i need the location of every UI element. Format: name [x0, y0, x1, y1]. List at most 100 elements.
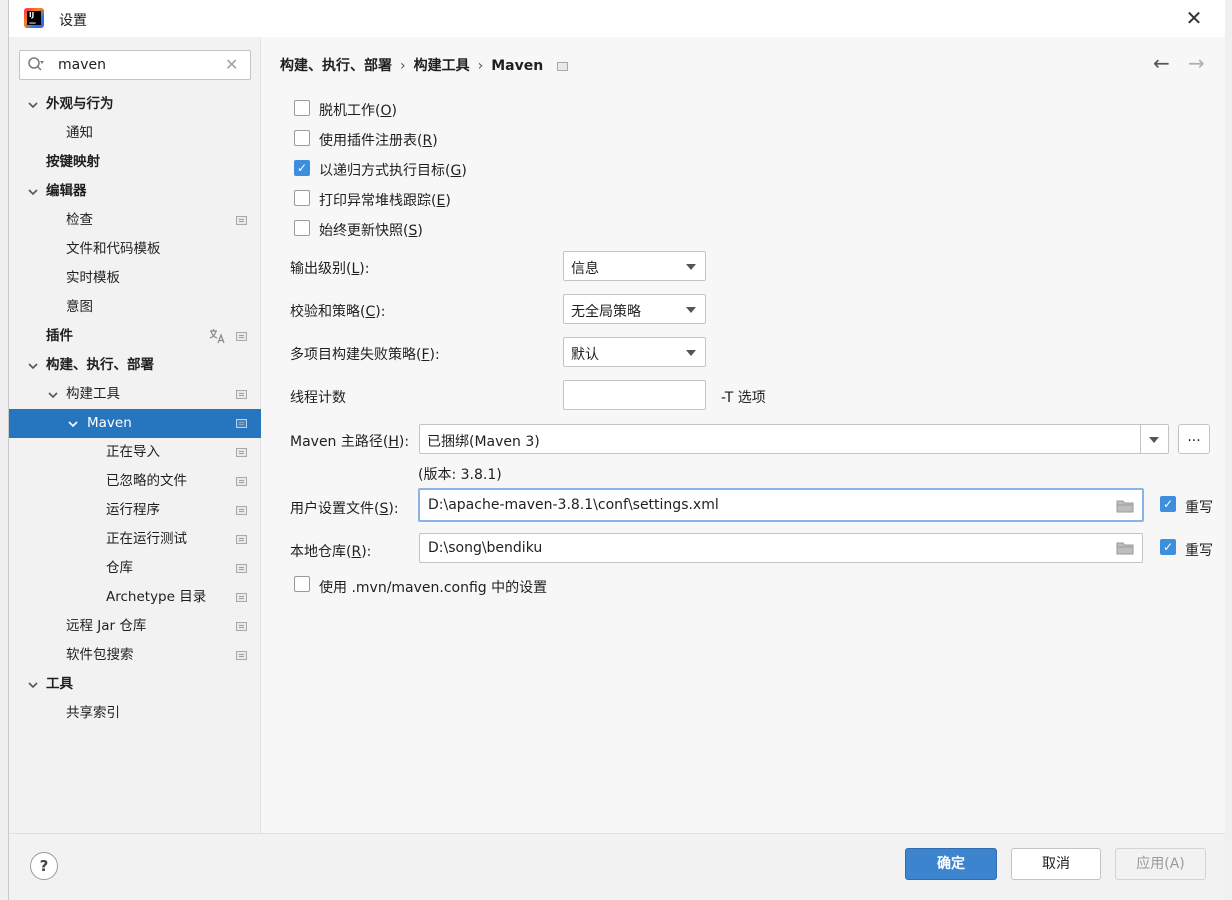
chevron-down-icon[interactable]	[26, 177, 40, 206]
output-level-dropdown[interactable]: 信息	[563, 251, 706, 281]
fail-policy-label: 多项目构建失败策略(F):	[290, 347, 440, 363]
user-settings-file-value: D:\apache-maven-3.8.1\conf\settings.xml	[428, 497, 719, 513]
forward-arrow-icon[interactable]: →	[1188, 51, 1205, 75]
settings-dialog: IJ — 设置 ✕ maven ✕ 外观与行为 通知 按键映射编辑器检查文件和代码模板…	[8, 0, 1225, 900]
sidebar-item-label: 意图	[66, 299, 93, 315]
sidebar-item[interactable]: 通知	[9, 119, 261, 148]
browse-maven-home-button[interactable]: ...	[1178, 424, 1210, 454]
project-scope-icon	[236, 332, 247, 341]
user-settings-override-label: 重写	[1185, 500, 1213, 516]
background-window-right	[1224, 0, 1232, 900]
fail-policy-dropdown[interactable]: 默认	[563, 337, 706, 367]
thread-count-input[interactable]	[563, 380, 706, 410]
sidebar-item[interactable]: 意图	[9, 293, 261, 322]
cancel-button[interactable]: 取消	[1011, 848, 1101, 880]
sidebar-item[interactable]: 文件和代码模板	[9, 235, 261, 264]
sidebar-item[interactable]: 构建工具	[9, 380, 261, 409]
search-icon	[28, 57, 44, 71]
title-bar: IJ — 设置 ✕	[9, 0, 1225, 37]
sidebar-item[interactable]: 仓库	[9, 554, 261, 583]
chevron-down-icon[interactable]	[26, 90, 40, 119]
project-scope-icon	[236, 651, 247, 660]
folder-icon[interactable]	[1116, 499, 1134, 513]
sidebar-item[interactable]: 正在运行测试	[9, 525, 261, 554]
sidebar-item[interactable]: 运行程序	[9, 496, 261, 525]
print-stacktrace-label: 打印异常堆栈跟踪(E)	[319, 193, 451, 209]
project-scope-icon	[236, 564, 247, 573]
maven-home-dropdown[interactable]: 已捆绑(Maven 3)	[419, 424, 1169, 454]
sidebar-item[interactable]: 软件包搜索	[9, 641, 261, 670]
sidebar-item-label: 远程 Jar 仓库	[66, 618, 147, 634]
sidebar-item-label: 共享索引	[66, 705, 120, 721]
chevron-down-icon	[1149, 437, 1159, 443]
chevron-down-icon[interactable]	[26, 351, 40, 380]
folder-icon[interactable]	[1116, 541, 1134, 555]
use-mvn-config-label: 使用 .mvn/maven.config 中的设置	[319, 580, 548, 596]
sidebar-item[interactable]: 实时模板	[9, 264, 261, 293]
sidebar-item[interactable]: 工具	[9, 670, 261, 699]
apply-button[interactable]: 应用(A)	[1115, 848, 1206, 880]
clear-search-icon[interactable]: ✕	[225, 55, 238, 74]
sidebar-item-label: Maven	[87, 415, 132, 431]
sidebar-item[interactable]: 外观与行为	[9, 90, 261, 119]
sidebar-item[interactable]: 正在导入	[9, 438, 261, 467]
sidebar-item[interactable]: Archetype 目录	[9, 583, 261, 612]
sidebar-item[interactable]: 已忽略的文件	[9, 467, 261, 496]
sidebar-item-label: 构建、执行、部署	[46, 357, 154, 373]
plugin-registry-checkbox[interactable]	[294, 130, 310, 146]
chevron-down-icon[interactable]	[26, 670, 40, 699]
sidebar-item[interactable]: 按键映射	[9, 148, 261, 177]
print-stacktrace-checkbox[interactable]	[294, 190, 310, 206]
project-scope-icon	[236, 477, 247, 486]
sidebar-item-label: 文件和代码模板	[66, 241, 161, 257]
sidebar-item[interactable]: 检查	[9, 206, 261, 235]
thread-count-label: 线程计数	[290, 390, 346, 406]
breadcrumb: 构建、执行、部署 › 构建工具 › Maven	[280, 55, 576, 75]
local-repository-value: D:\song\bendiku	[428, 540, 543, 556]
sidebar-item-label: 运行程序	[106, 502, 160, 518]
sidebar-item-label: 正在导入	[106, 444, 160, 460]
use-mvn-config-checkbox[interactable]	[294, 576, 310, 592]
sidebar-item[interactable]: 构建、执行、部署	[9, 351, 261, 380]
thread-count-suffix: -T 选项	[721, 390, 766, 406]
dialog-footer: ? 确定 取消 应用(A)	[9, 833, 1225, 900]
sidebar-item[interactable]: 远程 Jar 仓库	[9, 612, 261, 641]
sidebar-item[interactable]: 共享索引	[9, 699, 261, 728]
maven-settings-panel: 构建、执行、部署 › 构建工具 › Maven ← → 脱机工作(O) 使用插件注册表(…	[261, 37, 1225, 833]
ok-button[interactable]: 确定	[905, 848, 997, 880]
sidebar-item-label: 编辑器	[46, 183, 87, 199]
local-repository-label: 本地仓库(R):	[290, 544, 372, 560]
chevron-down-icon[interactable]	[46, 380, 60, 409]
chevron-down-icon[interactable]	[66, 409, 80, 438]
help-button[interactable]: ?	[30, 852, 58, 880]
project-scope-icon	[236, 535, 247, 544]
breadcrumb-build-tools[interactable]: 构建工具	[414, 58, 470, 74]
search-input[interactable]: maven	[58, 57, 106, 73]
back-arrow-icon[interactable]: ←	[1153, 51, 1170, 75]
user-settings-override-checkbox[interactable]: ✓	[1160, 496, 1176, 512]
sidebar-item[interactable]: 编辑器	[9, 177, 261, 206]
maven-home-value: 已捆绑(Maven 3)	[427, 434, 540, 450]
always-update-snapshots-label: 始终更新快照(S)	[319, 223, 423, 239]
always-update-snapshots-checkbox[interactable]	[294, 220, 310, 236]
sidebar-item[interactable]: Maven	[9, 409, 261, 438]
sidebar-item-label: 已忽略的文件	[106, 473, 187, 489]
work-offline-checkbox[interactable]	[294, 100, 310, 116]
local-repository-input[interactable]: D:\song\bendiku	[419, 533, 1143, 563]
breadcrumb-build-execution-deployment[interactable]: 构建、执行、部署	[280, 58, 392, 74]
checksum-policy-label: 校验和策略(C):	[290, 304, 386, 320]
sidebar-item-label: 检查	[66, 212, 93, 228]
recursive-goals-checkbox[interactable]: ✓	[294, 160, 310, 176]
maven-home-label: Maven 主路径(H):	[290, 434, 410, 450]
checksum-policy-dropdown[interactable]: 无全局策略	[563, 294, 706, 324]
breadcrumb-separator: ›	[400, 58, 406, 74]
settings-search-box[interactable]: maven ✕	[19, 50, 251, 80]
sidebar-item-label: 仓库	[106, 560, 133, 576]
user-settings-file-input[interactable]: D:\apache-maven-3.8.1\conf\settings.xml	[418, 488, 1144, 522]
sidebar-item-label: Archetype 目录	[106, 589, 207, 605]
sidebar-item[interactable]: 插件	[9, 322, 261, 351]
close-button[interactable]: ✕	[1179, 6, 1209, 30]
intellij-logo: IJ —	[27, 11, 41, 27]
local-repository-override-checkbox[interactable]: ✓	[1160, 539, 1176, 555]
local-repository-override-label: 重写	[1185, 543, 1213, 559]
